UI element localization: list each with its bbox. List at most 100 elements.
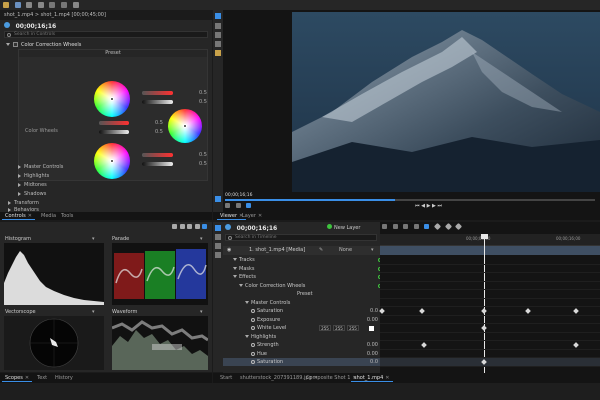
- tree-shadows[interactable]: Shadows: [18, 190, 46, 198]
- layout-icon[interactable]: [194, 224, 200, 229]
- property-icon[interactable]: [251, 351, 255, 356]
- razor-tool-icon[interactable]: [215, 243, 221, 249]
- keyframe-lane[interactable]: [380, 265, 600, 273]
- waveform-dropdown-icon[interactable]: ▾: [200, 309, 203, 315]
- viewer-scrubber[interactable]: [225, 199, 595, 201]
- luma-slider[interactable]: [99, 130, 129, 134]
- keyframe-lane[interactable]: [380, 324, 600, 333]
- keyframe-lane[interactable]: [380, 307, 600, 316]
- timeline-row[interactable]: Saturation 0.0: [223, 358, 384, 366]
- marker-icon[interactable]: [413, 224, 419, 229]
- property-value[interactable]: 0.00: [367, 341, 378, 349]
- vectorscope-dropdown-icon[interactable]: ▾: [92, 309, 95, 315]
- timeline-row[interactable]: White Level 255 255 255: [223, 324, 384, 332]
- export-icon[interactable]: [26, 2, 33, 8]
- keyframe-icon[interactable]: [444, 222, 452, 231]
- timeline-row[interactable]: Exposure 0.00: [223, 316, 384, 324]
- first-frame-icon[interactable]: ⏮: [415, 203, 420, 209]
- next-frame-icon[interactable]: ▶: [432, 203, 436, 209]
- keyframe-lane[interactable]: [380, 256, 600, 265]
- property-icon[interactable]: [251, 343, 255, 347]
- shape-tool-icon[interactable]: [215, 41, 221, 47]
- keyframe-icon[interactable]: [455, 222, 463, 231]
- paint-tool-icon[interactable]: [215, 50, 221, 56]
- timeline-ruler[interactable]: 00;00;08;00 00;00;16;00: [380, 234, 600, 246]
- timeline-row[interactable]: Master Controls: [223, 299, 384, 307]
- slip-tool-icon[interactable]: [215, 252, 221, 258]
- last-frame-icon[interactable]: ⏭: [437, 203, 442, 209]
- keyframe-lane[interactable]: [380, 282, 600, 290]
- tab-history[interactable]: History: [52, 374, 76, 382]
- parade-dropdown-icon[interactable]: ▾: [200, 236, 203, 242]
- timeline-row[interactable]: Strength 0.00: [223, 341, 384, 349]
- timeline-row[interactable]: Masks: [223, 265, 384, 273]
- tab-media[interactable]: Media: [38, 212, 59, 220]
- expand-icon[interactable]: [233, 275, 237, 278]
- property-icon[interactable]: [251, 317, 255, 322]
- layout-icon[interactable]: [202, 224, 208, 229]
- timeline-search[interactable]: Search in Timeline: [225, 234, 377, 241]
- layout-icon[interactable]: [187, 224, 193, 229]
- redo-icon[interactable]: [60, 2, 67, 8]
- link-icon[interactable]: ✎: [319, 246, 323, 255]
- luma-slider[interactable]: [142, 100, 173, 104]
- chevron-down-icon[interactable]: ▾: [371, 246, 374, 255]
- layer-tool-icon[interactable]: [215, 196, 221, 202]
- gear-icon[interactable]: [4, 22, 10, 28]
- keyframe-lane[interactable]: [380, 358, 600, 367]
- preset-dropdown[interactable]: Preset: [19, 50, 207, 57]
- tree-midtones[interactable]: Midtones: [18, 181, 47, 189]
- tab-text[interactable]: Text: [34, 374, 50, 382]
- property-icon[interactable]: [251, 309, 255, 313]
- tab-controls[interactable]: Controls ✕: [2, 212, 35, 220]
- clip-bar[interactable]: [380, 246, 600, 255]
- keyframe-lane[interactable]: [380, 290, 600, 299]
- play-icon[interactable]: ▶: [427, 203, 431, 209]
- tree-master-controls[interactable]: Master Controls: [18, 163, 63, 171]
- snap-icon[interactable]: [382, 224, 387, 229]
- property-value[interactable]: 0.00: [367, 316, 378, 324]
- keyframe-icon[interactable]: [433, 222, 442, 231]
- keyframe-lane[interactable]: [380, 273, 600, 282]
- saturation-slider[interactable]: [99, 121, 129, 125]
- prev-frame-icon[interactable]: ◀: [421, 203, 425, 209]
- tree-highlights[interactable]: Highlights: [18, 172, 49, 180]
- clip-row[interactable]: ◉ 1. shot_1.mp4 [Media] ✎ None ▾: [223, 246, 380, 255]
- keyframe-lane[interactable]: [380, 350, 600, 358]
- keyframe-lane[interactable]: [380, 316, 600, 324]
- property-icon[interactable]: [251, 360, 255, 364]
- settings-icon[interactable]: [72, 2, 79, 8]
- folder-icon[interactable]: [3, 2, 9, 8]
- close-icon[interactable]: ✕: [28, 213, 32, 219]
- expand-icon[interactable]: [8, 200, 11, 205]
- expand-icon[interactable]: [18, 191, 21, 196]
- loop-icon[interactable]: [403, 224, 409, 229]
- playhead-handle[interactable]: [481, 234, 488, 239]
- tab-shot[interactable]: shot_1.mp4 ✕: [351, 374, 393, 382]
- white-level-value[interactable]: 255: [319, 325, 331, 331]
- close-icon[interactable]: ✕: [25, 375, 29, 381]
- histogram-dropdown-icon[interactable]: ▾: [92, 236, 95, 242]
- expand-icon[interactable]: [18, 164, 21, 169]
- pen-tool-icon[interactable]: [215, 32, 221, 38]
- import-icon[interactable]: [37, 2, 44, 8]
- undo-icon[interactable]: [49, 2, 56, 8]
- effect-checkbox[interactable]: [13, 42, 18, 47]
- expand-icon[interactable]: [6, 43, 10, 46]
- keyframe-lane[interactable]: [380, 299, 600, 307]
- expand-icon[interactable]: [18, 182, 21, 187]
- expand-icon[interactable]: [245, 300, 249, 304]
- wheel-handle[interactable]: [110, 97, 114, 101]
- gear-icon[interactable]: [225, 224, 231, 230]
- saturation-slider[interactable]: [142, 91, 173, 95]
- layout-icon[interactable]: [172, 224, 177, 229]
- layout-icon[interactable]: [179, 224, 185, 229]
- tab-start[interactable]: Start: [217, 374, 235, 382]
- new-layer-button[interactable]: New Layer: [327, 224, 360, 231]
- saturation-slider[interactable]: [142, 153, 173, 157]
- expand-icon[interactable]: [233, 266, 237, 270]
- tab-tools[interactable]: Tools: [58, 212, 76, 220]
- color-swatch[interactable]: [369, 325, 374, 331]
- wheel-handle[interactable]: [183, 124, 187, 128]
- tab-layer[interactable]: Layer ✕: [239, 212, 265, 220]
